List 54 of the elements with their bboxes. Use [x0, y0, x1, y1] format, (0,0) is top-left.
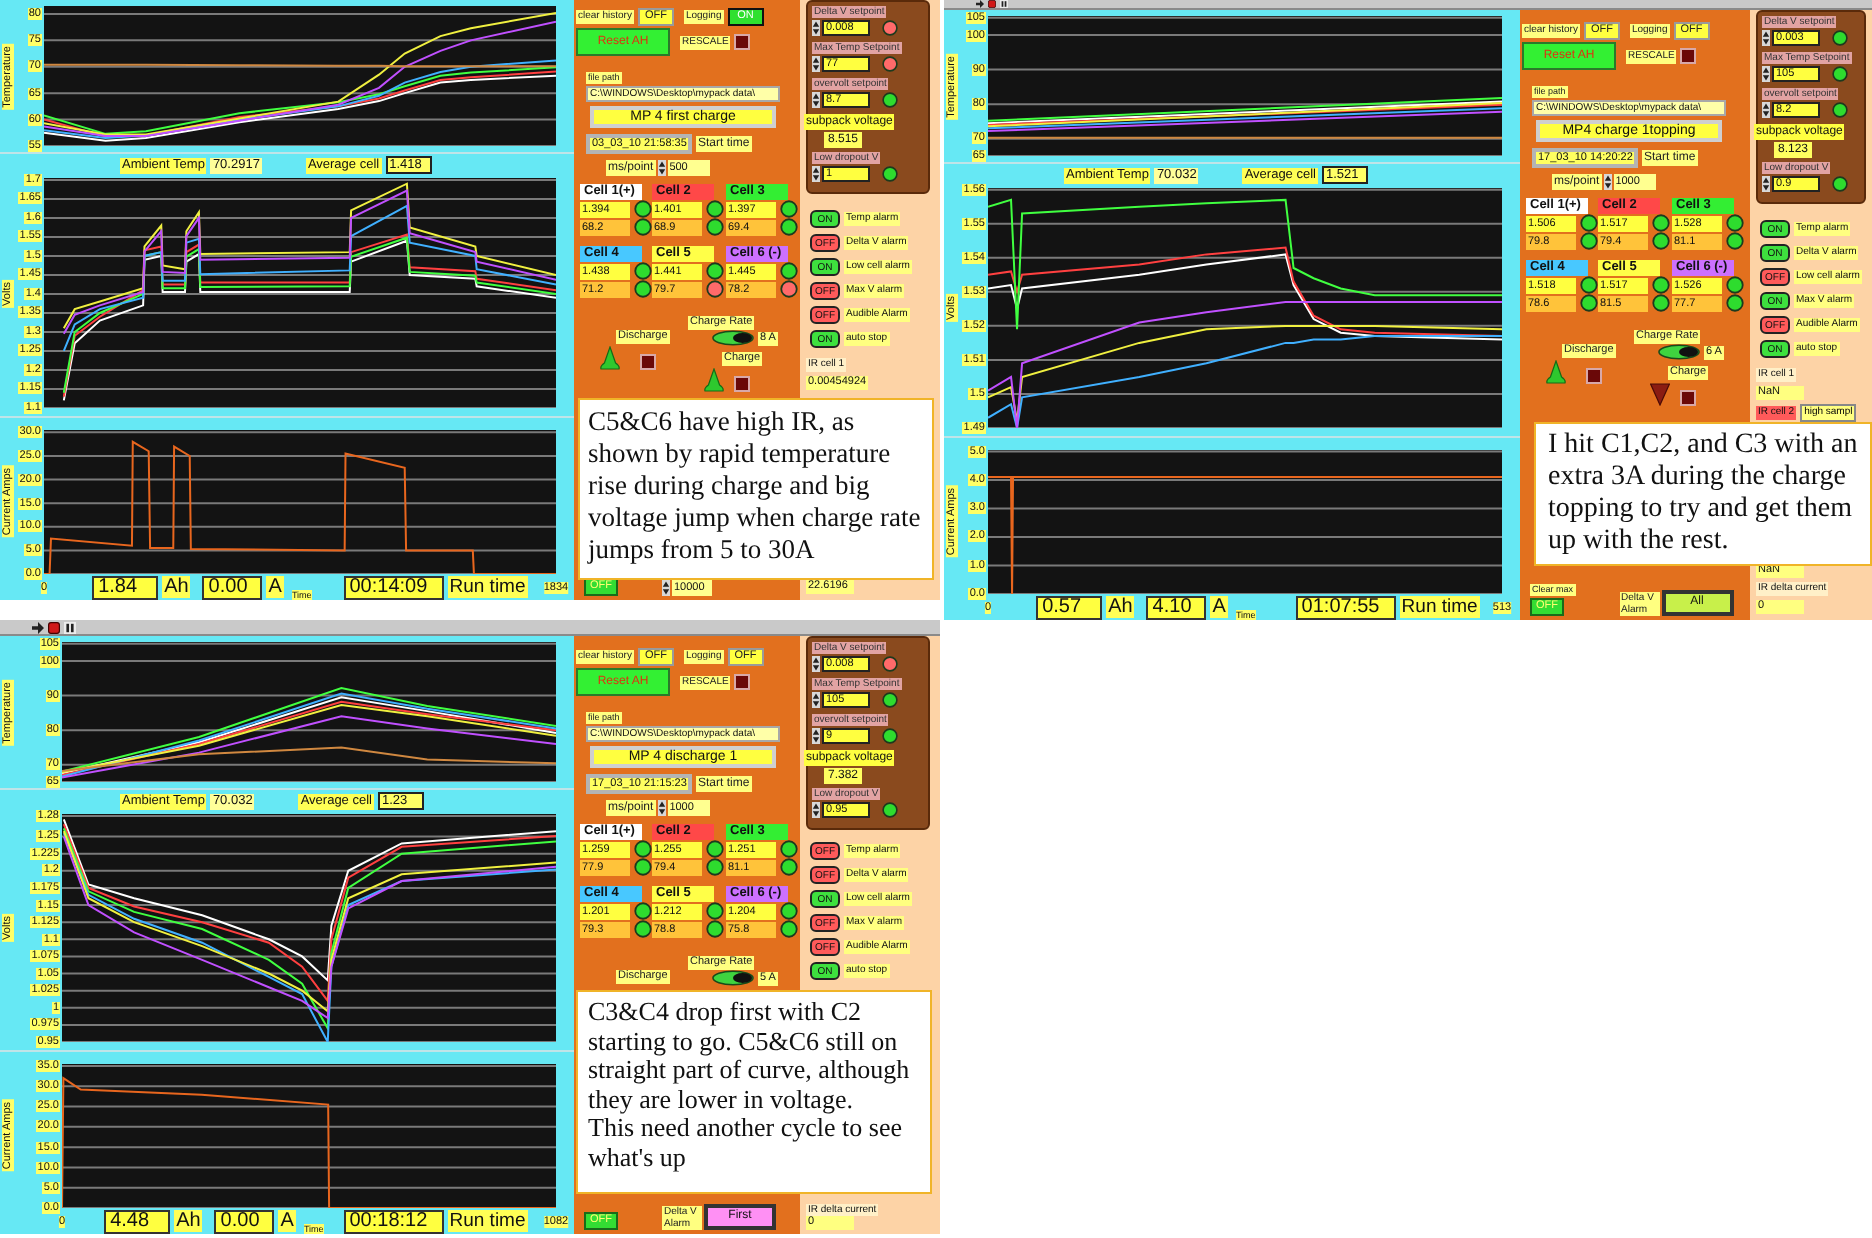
current-value: 0.00 — [214, 1209, 275, 1233]
push-button[interactable] — [640, 354, 656, 370]
spinner-arrows-icon[interactable] — [812, 728, 820, 744]
spinner-arrows-icon[interactable] — [1762, 102, 1770, 118]
push-button[interactable] — [1680, 390, 1696, 406]
push-button[interactable] — [734, 674, 751, 690]
spinner-arrows-icon[interactable] — [1603, 174, 1612, 190]
unit-label: Ah — [162, 576, 191, 598]
charge-rate-switch[interactable] — [712, 970, 754, 986]
push-button[interactable] — [1680, 48, 1697, 64]
unit-label: A — [278, 1210, 296, 1232]
current-value: 0.00 — [202, 575, 263, 599]
run-time-value: 01:07:55 — [1295, 595, 1396, 619]
pause-icon[interactable] — [1000, 0, 1008, 8]
spinner-arrows-icon[interactable] — [1762, 176, 1770, 192]
capacity-value: 0.57 — [1036, 595, 1103, 619]
unit-label: A — [1210, 596, 1228, 618]
push-button[interactable] — [734, 376, 750, 392]
pause-icon[interactable] — [64, 621, 76, 633]
run-arrow-icon[interactable] — [976, 0, 984, 8]
spinner-arrows-icon[interactable] — [1762, 30, 1770, 46]
run-time-value: 00:14:09 — [343, 575, 444, 599]
spinner-arrows-icon[interactable] — [812, 166, 820, 182]
note-text: I hit C1,C2, and C3 with an extra 3A during the charge topping to try and get them up with the rest. — [1548, 430, 1860, 558]
capacity-value: 1.84 — [92, 575, 159, 599]
spinner-arrows-icon[interactable] — [662, 580, 670, 596]
unit-label: Ah — [174, 1210, 203, 1232]
spinner-arrows-icon[interactable] — [812, 692, 820, 708]
charge-rate-switch[interactable] — [712, 330, 754, 346]
spinner-arrows-icon[interactable] — [657, 800, 666, 816]
note-text: This need another cycle to see what's up — [588, 1114, 905, 1172]
spinner-arrows-icon[interactable] — [812, 802, 820, 818]
capacity-value: 4.48 — [104, 1209, 171, 1233]
current-value: 4.10 — [1146, 595, 1207, 619]
stop-icon[interactable] — [48, 621, 60, 633]
charge-rate-switch[interactable] — [1658, 344, 1700, 360]
run-arrow-icon[interactable] — [32, 621, 44, 633]
spinner-arrows-icon[interactable] — [812, 56, 820, 72]
run-time-label: Run time — [447, 1210, 528, 1232]
push-button[interactable] — [1586, 368, 1602, 384]
spinner-arrows-icon[interactable] — [812, 92, 820, 108]
note-text: C3&C4 drop first with C2 starting to go. C5&C6 still on straight part of curve, although they are lower in voltage. — [588, 998, 912, 1114]
run-time-label: Run time — [1399, 596, 1480, 618]
run-time-value: 00:18:12 — [343, 1209, 444, 1233]
spinner-arrows-icon[interactable] — [812, 656, 820, 672]
run-time-label: Run time — [447, 576, 528, 598]
spinner-arrows-icon[interactable] — [657, 160, 666, 176]
stop-icon[interactable] — [988, 0, 996, 8]
push-button[interactable] — [734, 34, 751, 50]
unit-label: Ah — [1106, 596, 1135, 618]
spinner-arrows-icon[interactable] — [812, 20, 820, 36]
unit-label: A — [266, 576, 284, 598]
spinner-arrows-icon[interactable] — [1762, 66, 1770, 82]
note-text: C5&C6 have high IR, as shown by rapid temperature rise during charge and big voltage jump when charge rate jumps from 5 to 30A — [588, 406, 923, 566]
